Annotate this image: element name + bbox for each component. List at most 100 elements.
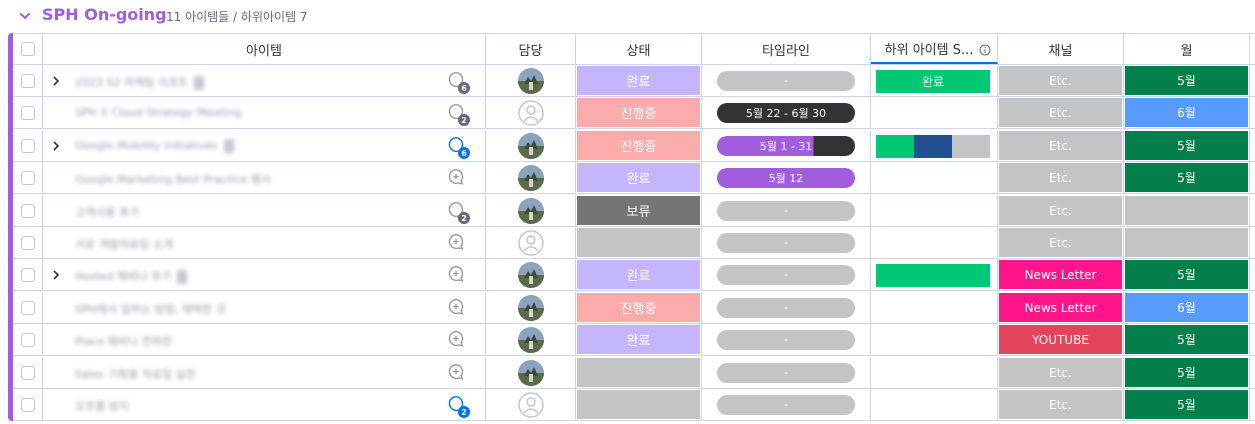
month-cell[interactable]: 5월: [1124, 324, 1250, 355]
month-label[interactable]: [1125, 196, 1248, 225]
updates-button[interactable]: 6: [446, 135, 470, 159]
row-checkbox[interactable]: [20, 170, 35, 185]
status-label[interactable]: 완료: [577, 66, 700, 95]
status-label[interactable]: 진행중: [577, 293, 700, 322]
month-cell[interactable]: 5월: [1124, 357, 1250, 388]
item-name[interactable]: Sales 기획용 자료집 실전: [75, 366, 196, 382]
chevron-down-icon[interactable]: [19, 10, 31, 22]
status-cell[interactable]: 완료: [576, 65, 702, 96]
channel-cell[interactable]: Etc.: [998, 195, 1124, 226]
item-name[interactable]: 고객사용 후기: [75, 204, 139, 220]
item-cell[interactable]: 고객사용 후기 2: [43, 195, 486, 226]
updates-button[interactable]: [446, 167, 468, 189]
month-label[interactable]: 5월: [1125, 260, 1248, 289]
month-cell[interactable]: 5월: [1124, 65, 1250, 96]
month-cell[interactable]: 5월: [1124, 259, 1250, 290]
avatar[interactable]: [517, 197, 544, 224]
updates-button[interactable]: [446, 297, 468, 319]
updates-button[interactable]: [446, 362, 468, 384]
month-label[interactable]: 6월: [1125, 98, 1248, 127]
owner-cell[interactable]: [486, 195, 576, 226]
column-header-owner[interactable]: 담당: [486, 34, 576, 64]
column-header-item[interactable]: 아이템: [43, 34, 486, 64]
item-cell[interactable]: Place 웨비나 컨퍼런: [43, 324, 486, 355]
timeline-pill[interactable]: -: [717, 362, 855, 383]
channel-cell[interactable]: News Letter: [998, 292, 1124, 323]
column-header-status[interactable]: 상태: [576, 34, 702, 64]
owner-cell[interactable]: [486, 389, 576, 420]
owner-cell[interactable]: [486, 227, 576, 258]
timeline-cell[interactable]: 5월 22 - 6월 30: [702, 97, 871, 128]
updates-button[interactable]: 2: [446, 102, 470, 126]
subitem-status-cell[interactable]: [871, 324, 998, 355]
group-title[interactable]: SPH On-going: [42, 5, 167, 24]
info-icon[interactable]: [979, 44, 991, 56]
subitem-status-cell[interactable]: [871, 357, 998, 388]
month-label[interactable]: 5월: [1125, 358, 1248, 387]
channel-cell[interactable]: Etc.: [998, 389, 1124, 420]
subitem-status-cell[interactable]: [871, 259, 998, 290]
owner-cell[interactable]: [486, 65, 576, 96]
item-name[interactable]: Hosted 웨비나 후기: [75, 268, 188, 284]
status-cell[interactable]: 완료: [576, 324, 702, 355]
month-cell[interactable]: 5월: [1124, 389, 1250, 420]
channel-cell[interactable]: Etc.: [998, 227, 1124, 258]
timeline-cell[interactable]: -: [702, 389, 871, 420]
status-label[interactable]: 보류: [577, 196, 700, 225]
month-label[interactable]: 6월: [1125, 293, 1248, 322]
status-label[interactable]: 진행중: [577, 131, 700, 160]
owner-cell[interactable]: [486, 357, 576, 388]
channel-label[interactable]: Etc.: [999, 390, 1122, 419]
month-cell[interactable]: 6월: [1124, 97, 1250, 128]
avatar[interactable]: [517, 294, 544, 321]
item-name[interactable]: 서로 개발자료집 소개: [75, 236, 173, 252]
timeline-pill[interactable]: -: [717, 200, 855, 221]
status-cell[interactable]: 보류: [576, 195, 702, 226]
updates-button[interactable]: [446, 329, 468, 351]
empty-avatar-icon[interactable]: [517, 391, 544, 418]
subitem-status-cell[interactable]: [871, 227, 998, 258]
timeline-pill[interactable]: -: [717, 264, 855, 285]
timeline-cell[interactable]: -: [702, 65, 871, 96]
timeline-pill[interactable]: -: [717, 297, 855, 318]
avatar[interactable]: [517, 326, 544, 353]
channel-label[interactable]: Etc.: [999, 98, 1122, 127]
channel-label[interactable]: Etc.: [999, 163, 1122, 192]
chevron-right-icon[interactable]: [51, 270, 61, 280]
item-name[interactable]: 오프폴 방지: [75, 398, 129, 414]
row-checkbox[interactable]: [20, 332, 35, 347]
timeline-cell[interactable]: -: [702, 195, 871, 226]
status-cell[interactable]: [576, 227, 702, 258]
channel-label[interactable]: News Letter: [999, 260, 1122, 289]
chevron-right-icon[interactable]: [51, 76, 61, 86]
channel-label[interactable]: News Letter: [999, 293, 1122, 322]
item-cell[interactable]: 서로 개발자료집 소개: [43, 227, 486, 258]
row-checkbox[interactable]: [20, 73, 35, 88]
timeline-pill[interactable]: -: [717, 70, 855, 91]
status-label[interactable]: 완료: [577, 260, 700, 289]
channel-label[interactable]: Etc.: [999, 228, 1122, 257]
month-cell[interactable]: 5월: [1124, 130, 1250, 161]
item-name[interactable]: Google Marketing Best Practice 행사: [75, 171, 271, 187]
month-label[interactable]: 5월: [1125, 131, 1248, 160]
month-cell[interactable]: [1124, 227, 1250, 258]
status-cell[interactable]: 진행중: [576, 292, 702, 323]
month-cell[interactable]: 6월: [1124, 292, 1250, 323]
subitem-status-cell[interactable]: [871, 195, 998, 226]
empty-avatar-icon[interactable]: [517, 99, 544, 126]
updates-button[interactable]: [446, 264, 468, 286]
avatar[interactable]: [517, 359, 544, 386]
item-cell[interactable]: Google Mobility Initiatives 6: [43, 130, 486, 161]
timeline-pill[interactable]: -: [717, 232, 855, 253]
avatar[interactable]: [517, 67, 544, 94]
subitem-status-cell[interactable]: [871, 389, 998, 420]
timeline-cell[interactable]: -: [702, 227, 871, 258]
timeline-pill[interactable]: -: [717, 329, 855, 350]
column-header-subitem-status[interactable]: 하위 아이템 S...: [871, 34, 998, 64]
select-all-checkbox[interactable]: [20, 42, 35, 56]
subitem-status-cell[interactable]: 완료: [871, 65, 998, 96]
row-checkbox[interactable]: [20, 267, 35, 282]
channel-label[interactable]: Etc.: [999, 358, 1122, 387]
channel-label[interactable]: Etc.: [999, 66, 1122, 95]
item-cell[interactable]: SPH X Cloud Strategy Meeting 2: [43, 97, 486, 128]
